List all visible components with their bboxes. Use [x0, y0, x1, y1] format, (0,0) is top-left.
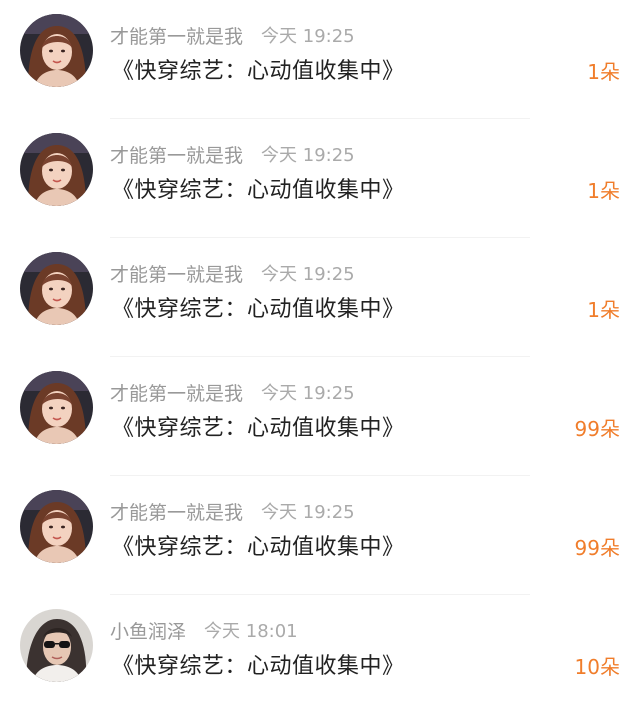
avatar-girl-icon: [20, 133, 93, 206]
username[interactable]: 才能第一就是我: [110, 141, 243, 168]
gift-amount: 1朵: [587, 60, 620, 84]
gift-meta: 才能第一就是我 今天 19:25: [110, 139, 355, 169]
gift-amount: 1朵: [587, 298, 620, 322]
gift-amount: 99朵: [574, 417, 620, 441]
username[interactable]: 才能第一就是我: [110, 22, 243, 49]
gift-meta: 才能第一就是我 今天 19:25: [110, 258, 355, 288]
book-title[interactable]: 《快穿综艺：心动值收集中》: [112, 172, 405, 204]
gift-row[interactable]: 才能第一就是我 今天 19:25 《快穿综艺：心动值收集中》 99朵: [0, 476, 640, 595]
gift-meta: 才能第一就是我 今天 19:25: [110, 496, 355, 526]
gift-meta: 才能第一就是我 今天 19:25: [110, 20, 355, 50]
username[interactable]: 才能第一就是我: [110, 498, 243, 525]
gift-row[interactable]: 才能第一就是我 今天 19:25 《快穿综艺：心动值收集中》 1朵: [0, 119, 640, 238]
gift-meta: 小鱼润泽 今天 18:01: [110, 615, 298, 645]
gift-row[interactable]: 才能第一就是我 今天 19:25 《快穿综艺：心动值收集中》 99朵: [0, 357, 640, 476]
book-title[interactable]: 《快穿综艺：心动值收集中》: [112, 291, 405, 323]
username[interactable]: 才能第一就是我: [110, 379, 243, 406]
avatar-girl-icon: [20, 252, 93, 325]
timestamp: 今天 18:01: [204, 621, 298, 642]
book-title[interactable]: 《快穿综艺：心动值收集中》: [112, 53, 405, 85]
gift-row[interactable]: 才能第一就是我 今天 19:25 《快穿综艺：心动值收集中》 1朵: [0, 238, 640, 357]
avatar-girl-icon: [20, 371, 93, 444]
gift-amount: 99朵: [574, 536, 620, 560]
avatar[interactable]: [20, 252, 93, 325]
timestamp: 今天 19:25: [261, 264, 355, 285]
gift-meta: 才能第一就是我 今天 19:25: [110, 377, 355, 407]
timestamp: 今天 19:25: [261, 502, 355, 523]
gift-amount: 10朵: [574, 655, 620, 679]
username[interactable]: 才能第一就是我: [110, 260, 243, 287]
avatar[interactable]: [20, 133, 93, 206]
avatar[interactable]: [20, 371, 93, 444]
book-title[interactable]: 《快穿综艺：心动值收集中》: [112, 648, 405, 680]
gift-row[interactable]: 才能第一就是我 今天 19:25 《快穿综艺：心动值收集中》 1朵: [0, 0, 640, 119]
timestamp: 今天 19:25: [261, 383, 355, 404]
avatar-girl-icon: [20, 14, 93, 87]
avatar-sunglasses-icon: [20, 609, 93, 682]
username[interactable]: 小鱼润泽: [110, 617, 186, 644]
gift-row[interactable]: 小鱼润泽 今天 18:01 《快穿综艺：心动值收集中》 10朵: [0, 595, 640, 714]
avatar-girl-icon: [20, 490, 93, 563]
book-title[interactable]: 《快穿综艺：心动值收集中》: [112, 529, 405, 561]
avatar[interactable]: [20, 14, 93, 87]
avatar[interactable]: [20, 609, 93, 682]
avatar[interactable]: [20, 490, 93, 563]
timestamp: 今天 19:25: [261, 145, 355, 166]
timestamp: 今天 19:25: [261, 26, 355, 47]
gift-list: 才能第一就是我 今天 19:25 《快穿综艺：心动值收集中》 1朵 才能第一就是…: [0, 0, 640, 713]
gift-amount: 1朵: [587, 179, 620, 203]
book-title[interactable]: 《快穿综艺：心动值收集中》: [112, 410, 405, 442]
